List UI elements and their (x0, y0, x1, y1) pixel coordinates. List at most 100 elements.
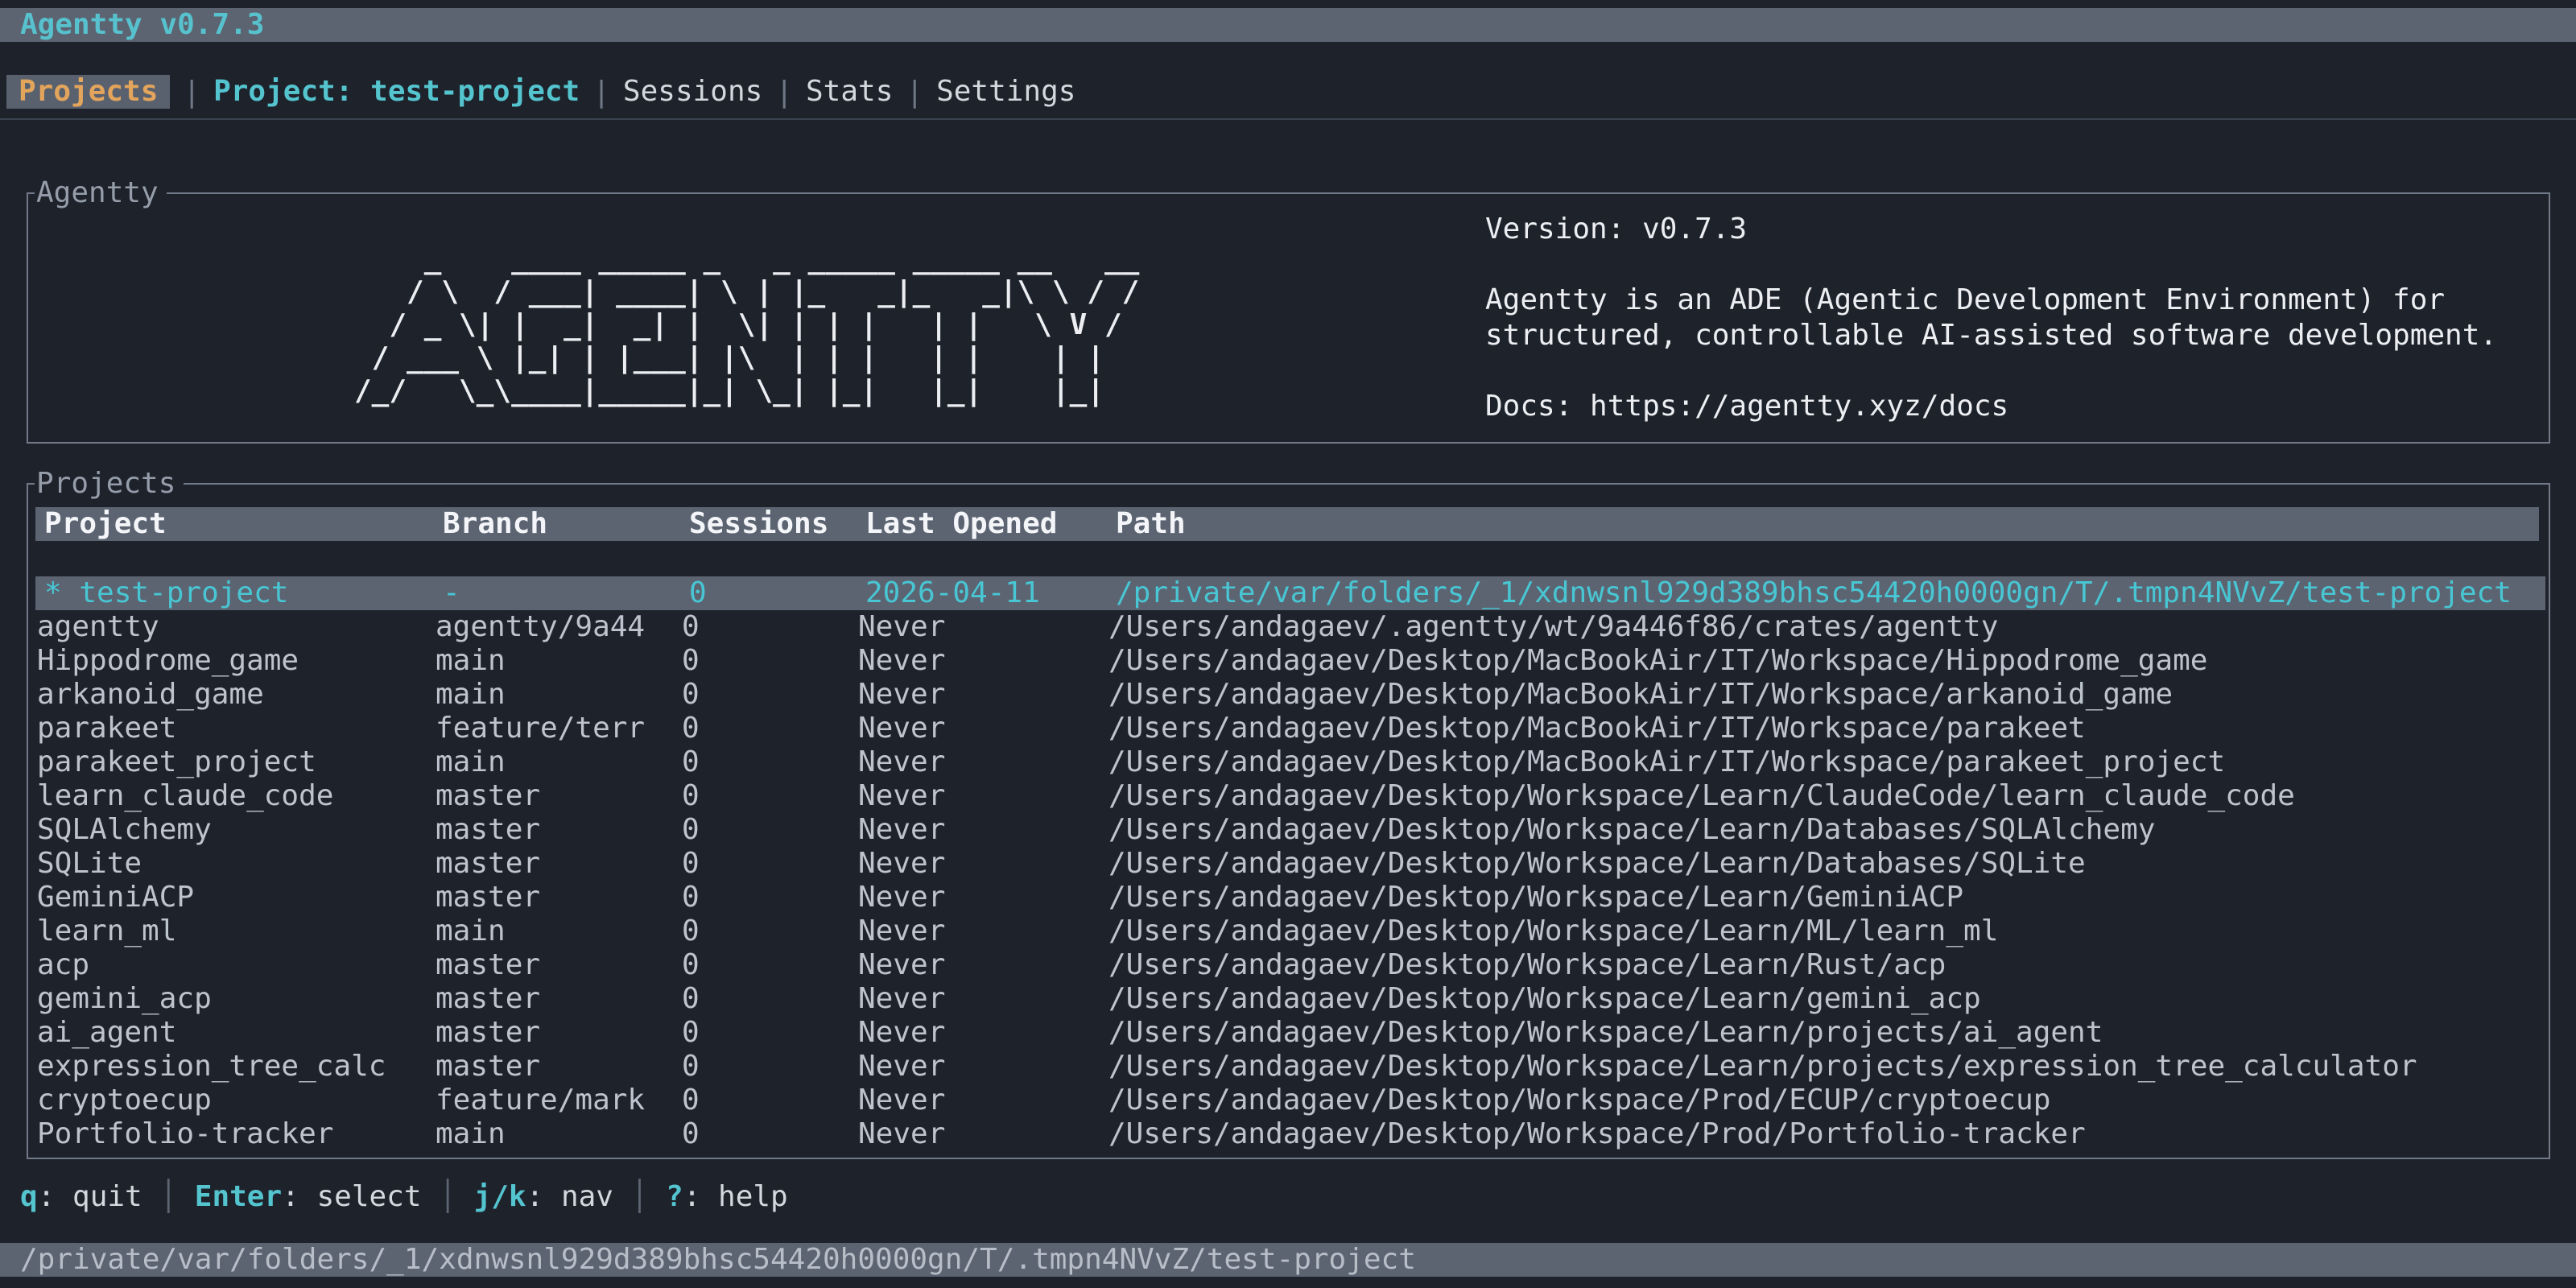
row-sessions: 0 (682, 610, 700, 644)
tab-separator: | (906, 76, 923, 109)
row-last-opened: Never (858, 1117, 945, 1151)
table-row[interactable]: agentty agentty/9a44 0 Never /Users/anda… (28, 610, 2549, 644)
terminal-screen: Agentty v0.7.3 Projects | Project: test-… (0, 0, 2576, 1288)
row-project-name: learn_claude_code (37, 779, 333, 813)
row-project-name: expression_tree_calc (37, 1050, 386, 1084)
row-project-name: SQLite (37, 847, 142, 881)
row-branch: main (436, 644, 506, 678)
tab-project-current[interactable]: Project: test-project (213, 75, 580, 109)
row-last-opened: Never (858, 948, 945, 982)
row-path: /Users/andagaev/Desktop/Workspace/Learn/… (1108, 779, 2295, 813)
status-bar: /private/var/folders/_1/xdnwsnl929d389bh… (0, 1243, 2576, 1277)
row-branch: master (436, 1050, 540, 1084)
row-branch: main (436, 745, 506, 779)
table-row[interactable]: Hippodrome_game main 0 Never /Users/anda… (28, 644, 2549, 678)
projects-panel-title: Projects (35, 467, 184, 501)
row-sessions: 0 (682, 644, 700, 678)
row-branch: master (436, 813, 540, 847)
row-path: /Users/andagaev/Desktop/Workspace/Prod/E… (1108, 1084, 2050, 1117)
row-sessions: 0 (682, 813, 700, 847)
row-last-opened: Never (858, 745, 945, 779)
tab-bar: Projects | Project: test-project | Sessi… (6, 75, 1075, 109)
table-row[interactable]: learn_claude_code master 0 Never /Users/… (28, 779, 2549, 813)
row-path: /Users/andagaev/Desktop/MacBookAir/IT/Wo… (1108, 678, 2173, 712)
table-row[interactable]: GeminiACP master 0 Never /Users/andagaev… (28, 881, 2549, 914)
row-sessions: 0 (682, 1016, 700, 1050)
row-last-opened: Never (858, 881, 945, 914)
help-key--: ? (666, 1180, 683, 1213)
help-key-q: q (20, 1180, 38, 1213)
row-project-name: learn_ml (37, 914, 176, 948)
agentty-ascii-logo: _ ____ _____ _ _ _____ _____ __ __ / \ /… (354, 242, 1139, 407)
row-path: /Users/andagaev/Desktop/MacBookAir/IT/Wo… (1108, 712, 2086, 745)
version-info: Version: v0.7.3 Agentty is an ADE (Agent… (1485, 212, 2497, 424)
row-path: /Users/andagaev/Desktop/Workspace/Learn/… (1108, 948, 1946, 982)
help-separator: │ (422, 1180, 474, 1213)
row-project-name: SQLAlchemy (37, 813, 212, 847)
row-last-opened: Never (858, 847, 945, 881)
table-row[interactable]: cryptoecup feature/mark 0 Never /Users/a… (28, 1084, 2549, 1117)
selected-path: /private/var/folders/_1/xdnwsnl929d389bh… (1116, 576, 2512, 610)
help-key-j-k: j/k (474, 1180, 526, 1213)
row-branch: master (436, 1016, 540, 1050)
tab-sessions[interactable]: Sessions (623, 75, 762, 109)
row-branch: main (436, 678, 506, 712)
row-path: /Users/andagaev/Desktop/Workspace/Learn/… (1108, 881, 1963, 914)
help-desc: : select (282, 1180, 421, 1213)
row-last-opened: Never (858, 1016, 945, 1050)
tab-separator: | (775, 76, 793, 109)
table-row[interactable]: learn_ml main 0 Never /Users/andagaev/De… (28, 914, 2549, 948)
row-sessions: 0 (682, 712, 700, 745)
help-separator: │ (613, 1180, 666, 1213)
row-project-name: arkanoid_game (37, 678, 264, 712)
row-branch: feature/terr (436, 712, 645, 745)
row-project-name: GeminiACP (37, 881, 194, 914)
agentty-panel: Agentty _ ____ _____ _ _ _____ _____ __ … (27, 192, 2550, 444)
app-title: Agentty v0.7.3 (20, 8, 264, 42)
row-branch: agentty/9a44 (436, 610, 645, 644)
row-project-name: parakeet (37, 712, 176, 745)
row-branch: main (436, 914, 506, 948)
row-sessions: 0 (682, 678, 700, 712)
selected-project-name: * test-project (44, 576, 288, 610)
row-branch: master (436, 881, 540, 914)
table-row[interactable]: arkanoid_game main 0 Never /Users/andaga… (28, 678, 2549, 712)
help-separator: │ (142, 1180, 195, 1213)
table-row[interactable]: acp master 0 Never /Users/andagaev/Deskt… (28, 948, 2549, 982)
table-row-selected[interactable]: * test-project - 0 2026-04-11 /private/v… (35, 576, 2545, 610)
row-last-opened: Never (858, 779, 945, 813)
table-row[interactable]: SQLite master 0 Never /Users/andagaev/De… (28, 847, 2549, 881)
status-path: /private/var/folders/_1/xdnwsnl929d389bh… (20, 1243, 1416, 1277)
tab-settings[interactable]: Settings (936, 75, 1075, 109)
row-project-name: gemini_acp (37, 982, 212, 1016)
row-path: /Users/andagaev/Desktop/Workspace/Learn/… (1108, 1016, 2103, 1050)
column-header-sessions: Sessions (689, 507, 828, 541)
projects-table-body: agentty agentty/9a44 0 Never /Users/anda… (28, 610, 2549, 1151)
table-row[interactable]: gemini_acp master 0 Never /Users/andagae… (28, 982, 2549, 1016)
row-sessions: 0 (682, 881, 700, 914)
table-row[interactable]: Portfolio-tracker main 0 Never /Users/an… (28, 1117, 2549, 1151)
tab-bar-divider (0, 118, 2576, 120)
row-last-opened: Never (858, 1084, 945, 1117)
table-row[interactable]: expression_tree_calc master 0 Never /Use… (28, 1050, 2549, 1084)
tab-projects[interactable]: Projects (6, 75, 170, 109)
row-sessions: 0 (682, 1084, 700, 1117)
table-row[interactable]: parakeet_project main 0 Never /Users/and… (28, 745, 2549, 779)
row-sessions: 0 (682, 948, 700, 982)
row-last-opened: Never (858, 914, 945, 948)
column-header-last-opened: Last Opened (865, 507, 1057, 541)
tab-stats[interactable]: Stats (806, 75, 893, 109)
table-row[interactable]: SQLAlchemy master 0 Never /Users/andagae… (28, 813, 2549, 847)
row-last-opened: Never (858, 982, 945, 1016)
help-bar: q: quit │ Enter: select │ j/k: nav │ ?: … (20, 1180, 788, 1214)
row-project-name: cryptoecup (37, 1084, 212, 1117)
row-path: /Users/andagaev/Desktop/Workspace/Learn/… (1108, 1050, 2417, 1084)
row-path: /Users/andagaev/Desktop/Workspace/Learn/… (1108, 914, 1998, 948)
app-title-bar: Agentty v0.7.3 (0, 8, 2576, 42)
table-row[interactable]: ai_agent master 0 Never /Users/andagaev/… (28, 1016, 2549, 1050)
table-row[interactable]: parakeet feature/terr 0 Never /Users/and… (28, 712, 2549, 745)
projects-table-header: Project Branch Sessions Last Opened Path (35, 507, 2539, 541)
row-project-name: ai_agent (37, 1016, 176, 1050)
help-desc: : nav (526, 1180, 613, 1213)
help-desc: : help (683, 1180, 788, 1213)
